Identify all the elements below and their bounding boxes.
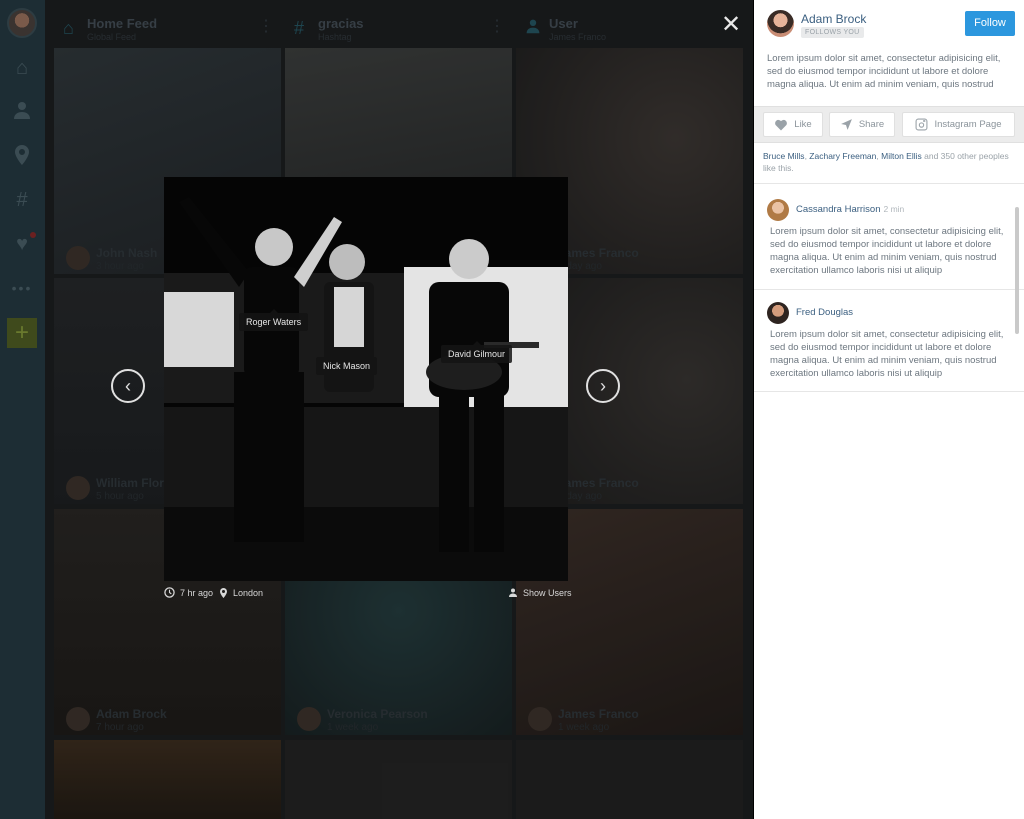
follow-button[interactable]: Follow <box>965 11 1015 36</box>
instagram-page-button[interactable]: Instagram Page <box>902 112 1015 137</box>
photo-location-label: London <box>233 588 264 598</box>
divider <box>754 289 1024 290</box>
more-icon[interactable]: ••• <box>10 276 34 300</box>
commenter-name[interactable]: Cassandra Harrison 2 min <box>796 204 904 215</box>
action-bar: Like Share Instagram Page <box>754 106 1024 143</box>
panel-header: Adam Brock FOLLOWS YOU Follow Lorem ipsu… <box>754 0 1024 106</box>
close-button[interactable]: ✕ <box>720 13 742 37</box>
location-pin-icon <box>220 588 227 598</box>
concert-photo <box>164 177 568 581</box>
share-button[interactable]: Share <box>829 112 895 137</box>
instagram-icon <box>915 118 928 131</box>
photo-user-tag[interactable]: Nick Mason <box>316 353 378 375</box>
photo-user-tag[interactable]: David Gilmour <box>441 341 513 363</box>
commenter-avatar[interactable] <box>767 199 789 221</box>
follows-you-badge: FOLLOWS YOU <box>801 27 864 38</box>
user-avatar[interactable] <box>7 8 37 38</box>
author-bio: Lorem ipsum dolor sit amet, consectetur … <box>767 53 1001 90</box>
commenter-name[interactable]: Fred Douglas <box>796 307 856 318</box>
instagram-page-label: Instagram Page <box>934 119 1002 130</box>
share-label: Share <box>858 119 885 130</box>
commenter-avatar[interactable] <box>767 302 789 324</box>
author-name[interactable]: Adam Brock <box>801 12 866 26</box>
next-button[interactable]: › <box>586 369 620 403</box>
photo-time: 7 hr ago <box>164 587 213 598</box>
comment-text: Lorem ipsum dolor sit amet, consectetur … <box>770 226 1004 276</box>
left-rail: ⌂ # ♥ ••• + <box>0 0 45 819</box>
photo-location[interactable]: London <box>219 587 263 599</box>
profile-icon[interactable] <box>10 100 34 124</box>
show-users-button[interactable]: Show Users <box>508 587 572 598</box>
hashtag-icon[interactable]: # <box>10 188 34 212</box>
like-button[interactable]: Like <box>763 112 823 137</box>
photo: Roger Waters Nick Mason David Gilmour <box>164 177 568 581</box>
photo-time-label: 7 hr ago <box>180 587 214 598</box>
comment-text: Lorem ipsum dolor sit amet, consectetur … <box>770 329 1004 379</box>
home-icon[interactable]: ⌂ <box>10 56 34 80</box>
photo-detail-panel: Adam Brock FOLLOWS YOU Follow Lorem ipsu… <box>753 0 1024 819</box>
photo-user-tag[interactable]: Roger Waters <box>239 309 309 331</box>
scrollbar[interactable] <box>1015 207 1019 334</box>
liker-link[interactable]: Bruce Mills <box>763 151 805 161</box>
like-label: Like <box>794 119 812 130</box>
add-button[interactable]: + <box>7 318 37 348</box>
clock-icon <box>164 587 175 598</box>
liker-link[interactable]: Milton Ellis <box>881 151 922 161</box>
notification-dot <box>30 232 36 238</box>
author-avatar[interactable] <box>767 10 794 37</box>
liker-link[interactable]: Zachary Freeman <box>809 151 876 161</box>
previous-button[interactable]: ‹ <box>111 369 145 403</box>
send-icon <box>840 119 852 130</box>
show-users-label: Show Users <box>523 587 572 598</box>
divider <box>754 183 1024 184</box>
likes-summary: Bruce Mills, Zachary Freeman, Milton Ell… <box>763 151 1009 173</box>
heart-icon <box>775 119 788 130</box>
user-icon <box>509 588 517 597</box>
location-icon[interactable] <box>10 144 34 168</box>
divider <box>754 391 1024 392</box>
comment-time: 2 min <box>883 204 905 214</box>
